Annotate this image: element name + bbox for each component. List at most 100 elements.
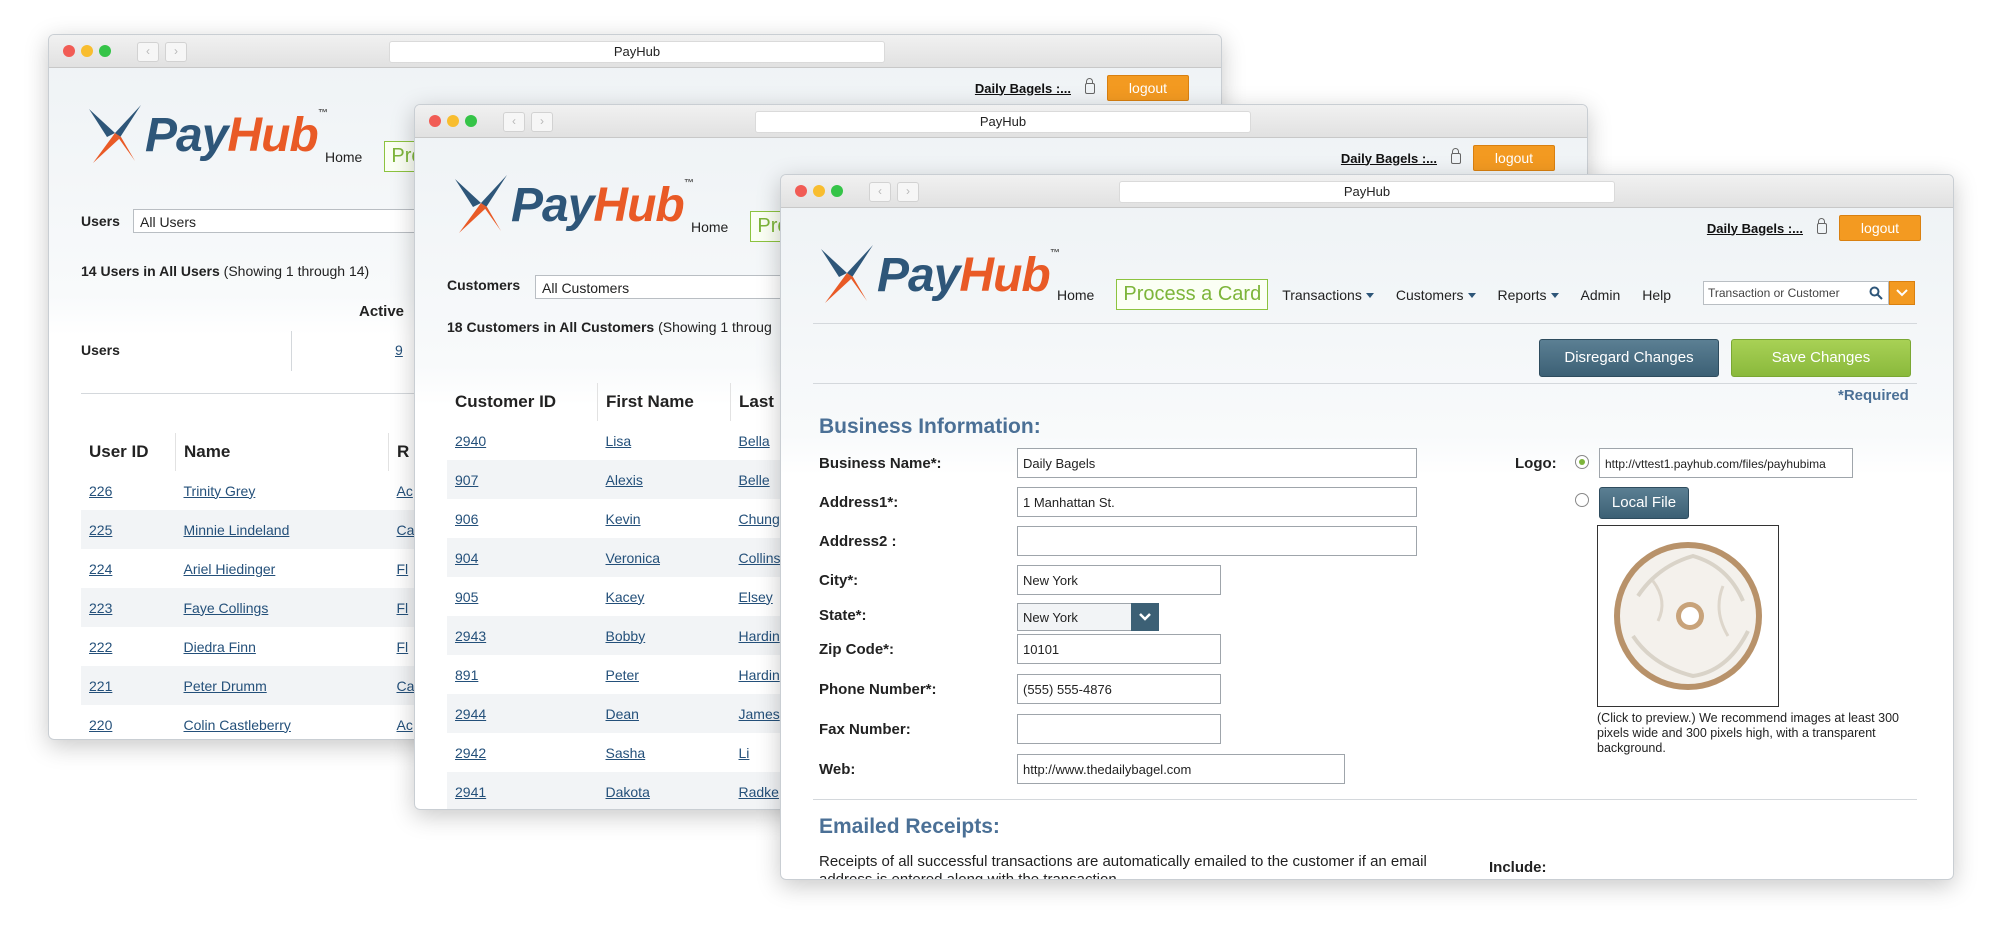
address2-field[interactable] [1017, 526, 1417, 556]
close-window-button[interactable] [429, 115, 441, 127]
user-role-link[interactable]: Ac [397, 717, 413, 733]
user-id-link[interactable]: 222 [89, 639, 112, 655]
account-link[interactable]: Daily Bagels :... [1341, 151, 1437, 166]
logo-preview[interactable] [1597, 525, 1779, 707]
address-bar[interactable]: PayHub [389, 41, 885, 63]
nav-help[interactable]: Help [1642, 287, 1671, 303]
forward-icon[interactable]: › [531, 112, 553, 132]
user-role-link[interactable]: Ca [397, 522, 415, 538]
minimize-window-button[interactable] [813, 185, 825, 197]
phone-field[interactable]: (555) 555-4876 [1017, 674, 1221, 704]
search-input[interactable]: Transaction or Customer [1703, 281, 1889, 305]
first-name-link[interactable]: Dakota [606, 784, 650, 800]
fax-field[interactable] [1017, 714, 1221, 744]
account-link[interactable]: Daily Bagels :... [975, 81, 1071, 96]
save-changes-button[interactable]: Save Changes [1731, 339, 1911, 377]
search-options-button[interactable] [1889, 281, 1915, 305]
user-role-link[interactable]: Fl [397, 639, 409, 655]
customer-id-link[interactable]: 891 [455, 667, 478, 683]
web-field[interactable]: http://www.thedailybagel.com [1017, 754, 1345, 784]
logout-button[interactable]: logout [1107, 75, 1189, 101]
last-name-link[interactable]: James [739, 706, 780, 722]
user-name-link[interactable]: Diedra Finn [184, 639, 256, 655]
first-name-link[interactable]: Sasha [606, 745, 646, 761]
close-window-button[interactable] [63, 45, 75, 57]
forward-icon[interactable]: › [165, 42, 187, 62]
first-name-link[interactable]: Veronica [606, 550, 660, 566]
last-name-link[interactable]: Bella [739, 433, 770, 449]
maximize-window-button[interactable] [831, 185, 843, 197]
customer-id-link[interactable]: 2944 [455, 706, 486, 722]
account-link[interactable]: Daily Bagels :... [1707, 221, 1803, 236]
nav-reports[interactable]: Reports [1498, 287, 1559, 303]
nav-home[interactable]: Home [1057, 287, 1094, 303]
first-name-link[interactable]: Kacey [606, 589, 645, 605]
address-bar[interactable]: PayHub [755, 111, 1251, 133]
nav-home[interactable]: Home [691, 219, 728, 235]
customer-id-link[interactable]: 905 [455, 589, 478, 605]
last-name-link[interactable]: Li [739, 745, 750, 761]
logout-button[interactable]: logout [1473, 145, 1555, 171]
first-name-link[interactable]: Lisa [606, 433, 632, 449]
back-icon[interactable]: ‹ [869, 182, 891, 202]
customer-id-link[interactable]: 2942 [455, 745, 486, 761]
last-name-link[interactable]: Hardin [739, 628, 780, 644]
logo-url-field[interactable]: http://vttest1.payhub.com/files/payhubim… [1599, 448, 1853, 478]
user-role-link[interactable]: Ca [397, 678, 415, 694]
customer-id-link[interactable]: 907 [455, 472, 478, 488]
user-id-link[interactable]: 226 [89, 483, 112, 499]
search-icon[interactable] [1869, 286, 1883, 300]
disregard-changes-button[interactable]: Disregard Changes [1539, 339, 1719, 377]
last-name-link[interactable]: Hardin [739, 667, 780, 683]
customer-id-link[interactable]: 904 [455, 550, 478, 566]
last-name-link[interactable]: Elsey [739, 589, 773, 605]
nav-transactions[interactable]: Transactions [1282, 287, 1374, 303]
user-role-link[interactable]: Fl [397, 600, 409, 616]
col-first-name[interactable]: First Name [597, 383, 731, 421]
user-id-link[interactable]: 224 [89, 561, 112, 577]
back-icon[interactable]: ‹ [137, 42, 159, 62]
maximize-window-button[interactable] [465, 115, 477, 127]
user-role-link[interactable]: Ac [397, 483, 413, 499]
col-name[interactable]: Name [175, 433, 389, 471]
city-field[interactable]: New York [1017, 565, 1221, 595]
nav-admin[interactable]: Admin [1581, 287, 1621, 303]
customer-id-link[interactable]: 2941 [455, 784, 486, 800]
active-users-link[interactable]: 9 [395, 342, 403, 358]
first-name-link[interactable]: Peter [606, 667, 639, 683]
col-user-id[interactable]: User ID [81, 433, 176, 471]
maximize-window-button[interactable] [99, 45, 111, 57]
user-name-link[interactable]: Peter Drumm [184, 678, 267, 694]
last-name-link[interactable]: Collins [739, 550, 781, 566]
user-name-link[interactable]: Colin Castleberry [184, 717, 291, 733]
user-id-link[interactable]: 223 [89, 600, 112, 616]
logout-button[interactable]: logout [1839, 215, 1921, 241]
user-role-link[interactable]: Fl [397, 561, 409, 577]
minimize-window-button[interactable] [447, 115, 459, 127]
address1-field[interactable]: 1 Manhattan St. [1017, 487, 1417, 517]
last-name-link[interactable]: Chung [739, 511, 780, 527]
nav-home[interactable]: Home [325, 149, 362, 165]
customer-id-link[interactable]: 906 [455, 511, 478, 527]
close-window-button[interactable] [795, 185, 807, 197]
logo-url-radio[interactable] [1575, 455, 1589, 469]
first-name-link[interactable]: Kevin [606, 511, 641, 527]
state-dropdown-button[interactable] [1131, 603, 1159, 631]
nav-customers[interactable]: Customers [1396, 287, 1476, 303]
local-file-button[interactable]: Local File [1599, 487, 1689, 519]
user-id-link[interactable]: 225 [89, 522, 112, 538]
last-name-link[interactable]: Radke [739, 784, 779, 800]
users-filter-select[interactable]: All Users [133, 209, 433, 233]
payhub-logo[interactable]: PayHub™ [85, 103, 328, 167]
first-name-link[interactable]: Alexis [606, 472, 643, 488]
user-name-link[interactable]: Minnie Lindeland [184, 522, 290, 538]
payhub-logo[interactable]: PayHub™ [817, 243, 1060, 307]
zip-code-field[interactable]: 10101 [1017, 634, 1221, 664]
col-customer-id[interactable]: Customer ID [447, 383, 598, 421]
customer-id-link[interactable]: 2943 [455, 628, 486, 644]
business-name-field[interactable]: Daily Bagels [1017, 448, 1417, 478]
local-file-radio[interactable] [1575, 493, 1589, 507]
nav-process-card[interactable]: Process a Card [1116, 279, 1269, 310]
user-id-link[interactable]: 221 [89, 678, 112, 694]
payhub-logo[interactable]: PayHub™ [451, 173, 694, 237]
